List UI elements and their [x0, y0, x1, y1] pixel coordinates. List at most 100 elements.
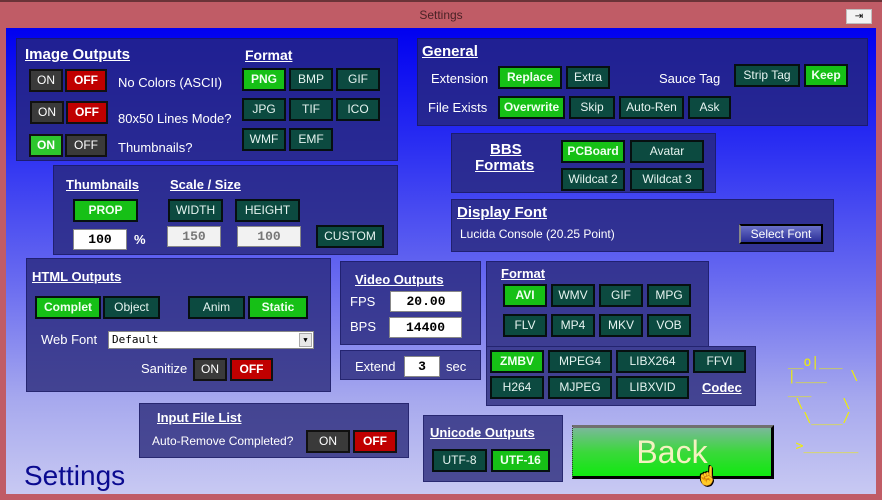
extend-unit: sec	[446, 359, 467, 374]
unicode-utf16-button[interactable]: UTF-16	[491, 449, 550, 472]
chevron-down-icon[interactable]: ▼	[299, 333, 312, 347]
video-vob-button[interactable]: VOB	[647, 314, 691, 337]
codec-h264-button[interactable]: H264	[490, 376, 544, 399]
html-outputs-header: HTML Outputs	[32, 269, 122, 284]
general-header: General	[422, 43, 478, 60]
scale-height-input[interactable]: 100	[237, 226, 301, 247]
window-title: Settings	[419, 8, 463, 22]
lines-mode-label: 80x50 Lines Mode?	[118, 111, 232, 126]
thumbnails-panel: Thumbnails PROP 100 % Scale / Size WIDTH…	[53, 165, 398, 255]
codec-mpeg4-button[interactable]: MPEG4	[548, 350, 612, 373]
extend-input[interactable]: 3	[404, 356, 440, 377]
format-gif-button[interactable]: GIF	[336, 68, 380, 91]
window-titlebar: Settings ⇥	[0, 2, 882, 28]
thumbnails-header: Thumbnails	[66, 177, 139, 192]
html-anim-button[interactable]: Anim	[188, 296, 245, 319]
sauce-strip-tag-button[interactable]: Strip Tag	[734, 64, 800, 87]
codec-libxvid-button[interactable]: LIBXVID	[616, 376, 689, 399]
video-mp4-button[interactable]: MP4	[551, 314, 595, 337]
auto-remove-on-button[interactable]: ON	[306, 430, 350, 453]
image-outputs-header: Image Outputs	[25, 46, 131, 63]
auto-remove-off-button[interactable]: OFF	[353, 430, 397, 453]
image-format-header: Format	[245, 47, 293, 63]
sanitize-on-button[interactable]: ON	[193, 358, 227, 381]
video-gif-button[interactable]: GIF	[599, 284, 643, 307]
video-outputs-header: Video Outputs	[355, 272, 444, 287]
no-colors-on-button[interactable]: ON	[29, 69, 63, 92]
bbs-formats-panel: BBS Formats PCBoard Avatar Wildcat 2 Wil…	[451, 133, 716, 193]
extension-replace-button[interactable]: Replace	[498, 66, 562, 89]
bps-input[interactable]: 14400	[389, 317, 462, 338]
thumbnails-prop-button[interactable]: PROP	[73, 199, 138, 222]
bbs-header-line1: BBS	[490, 141, 522, 158]
video-wmv-button[interactable]: WMV	[551, 284, 595, 307]
fps-input[interactable]: 20.00	[390, 291, 462, 312]
video-format-header: Format	[501, 266, 546, 281]
web-font-label: Web Font	[41, 332, 98, 347]
display-font-current: Lucida Console (20.25 Point)	[460, 227, 615, 241]
scale-width-input[interactable]: 150	[167, 226, 221, 247]
scale-height-button[interactable]: HEIGHT	[235, 199, 300, 222]
page-title: Settings	[24, 460, 126, 491]
sanitize-off-button[interactable]: OFF	[230, 358, 273, 381]
format-jpg-button[interactable]: JPG	[242, 98, 286, 121]
codec-ffvi-button[interactable]: FFVI	[693, 350, 746, 373]
no-colors-off-button[interactable]: OFF	[65, 69, 107, 92]
unicode-outputs-panel: Unicode Outputs UTF-8 UTF-16	[423, 415, 563, 482]
video-flv-button[interactable]: FLV	[503, 314, 547, 337]
file-exists-auto-ren-button[interactable]: Auto-Ren	[619, 96, 684, 119]
html-static-button[interactable]: Static	[248, 296, 308, 319]
codec-zmbv-button[interactable]: ZMBV	[490, 350, 544, 373]
format-emf-button[interactable]: EMF	[289, 128, 333, 151]
bbs-wildcat3-button[interactable]: Wildcat 3	[630, 168, 704, 191]
scale-width-button[interactable]: WIDTH	[168, 199, 223, 222]
bps-label: BPS	[350, 319, 377, 334]
thumbnails-off-button[interactable]: OFF	[65, 134, 107, 157]
format-ico-button[interactable]: ICO	[336, 98, 380, 121]
extension-label: Extension	[431, 71, 489, 86]
fps-label: FPS	[350, 294, 376, 309]
settings-client-area: Image Outputs ON OFF No Colors (ASCII) O…	[6, 28, 876, 494]
codec-libx264-button[interactable]: LIBX264	[616, 350, 689, 373]
extend-label: Extend	[355, 359, 396, 374]
codec-mjpeg-button[interactable]: MJPEG	[548, 376, 612, 399]
thumbnails-on-button[interactable]: ON	[29, 134, 63, 157]
general-panel: General Extension Replace Extra Sauce Ta…	[417, 38, 868, 126]
scale-size-header: Scale / Size	[170, 177, 241, 192]
hand-cursor-icon: ☝	[696, 466, 719, 486]
sanitize-label: Sanitize	[141, 361, 188, 376]
unicode-utf8-button[interactable]: UTF-8	[432, 449, 487, 472]
bbs-wildcat2-button[interactable]: Wildcat 2	[561, 168, 625, 191]
extension-extra-button[interactable]: Extra	[566, 66, 610, 89]
file-exists-label: File Exists	[428, 100, 488, 115]
select-font-button[interactable]: Select Font	[739, 224, 823, 244]
file-exists-skip-button[interactable]: Skip	[569, 96, 615, 119]
scale-custom-button[interactable]: CUSTOM	[316, 225, 384, 248]
bbs-pcboard-button[interactable]: PCBoard	[561, 140, 625, 163]
format-tif-button[interactable]: TIF	[289, 98, 333, 121]
format-png-button[interactable]: PNG	[242, 68, 286, 91]
auto-remove-label: Auto-Remove Completed?	[152, 434, 294, 448]
video-mkv-button[interactable]: MKV	[599, 314, 643, 337]
thumbnails-percent-input[interactable]: 100	[73, 229, 127, 250]
lines-mode-on-button[interactable]: ON	[30, 101, 64, 124]
html-complet-button[interactable]: Complet	[35, 296, 101, 319]
web-font-select[interactable]: Default ▼	[108, 331, 314, 349]
bbs-avatar-button[interactable]: Avatar	[630, 140, 704, 163]
html-object-button[interactable]: Object	[103, 296, 160, 319]
sauce-keep-button[interactable]: Keep	[804, 64, 848, 87]
sauce-tag-label: Sauce Tag	[659, 71, 721, 86]
thumbnails-label: Thumbnails?	[118, 140, 193, 155]
file-exists-ask-button[interactable]: Ask	[688, 96, 731, 119]
file-exists-overwrite-button[interactable]: Overwrite	[498, 96, 565, 119]
input-file-list-header: Input File List	[157, 410, 242, 425]
display-font-panel: Display Font Lucida Console (20.25 Point…	[451, 199, 834, 252]
format-bmp-button[interactable]: BMP	[289, 68, 333, 91]
video-mpg-button[interactable]: MPG	[647, 284, 691, 307]
restore-window-icon[interactable]: ⇥	[846, 9, 872, 24]
lines-mode-off-button[interactable]: OFF	[66, 101, 108, 124]
format-wmf-button[interactable]: WMF	[242, 128, 286, 151]
display-font-header: Display Font	[457, 204, 548, 221]
video-avi-button[interactable]: AVI	[503, 284, 547, 307]
back-button[interactable]: Back	[572, 425, 774, 479]
